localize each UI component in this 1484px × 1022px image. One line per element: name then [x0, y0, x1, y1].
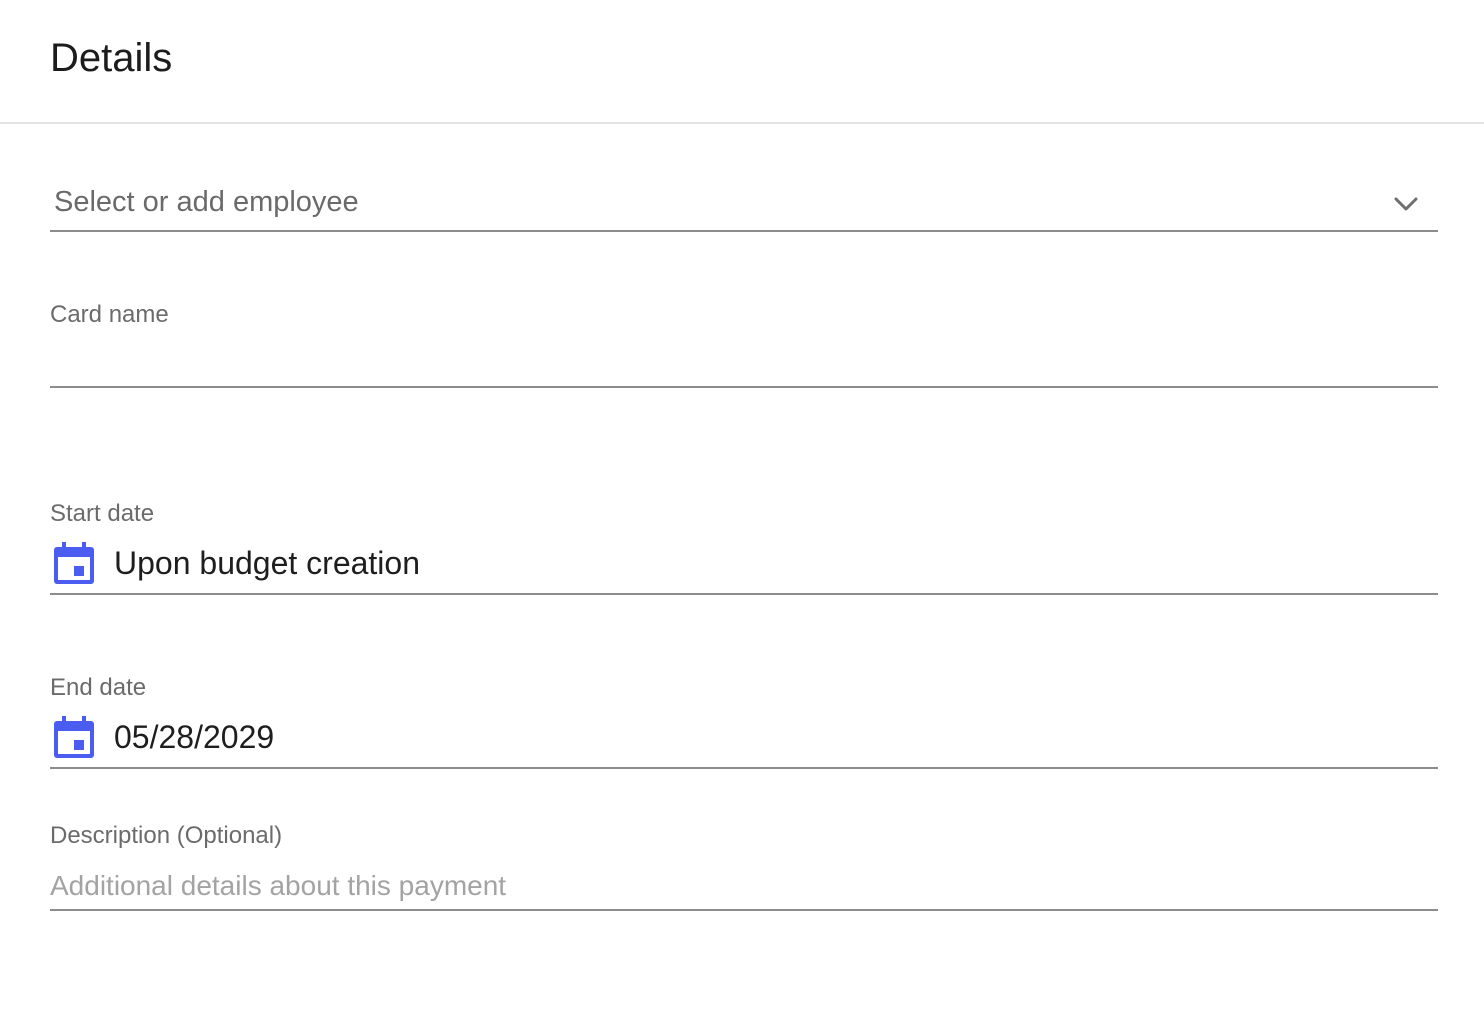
card-name-field: Card name — [50, 298, 1438, 392]
description-label: Description (Optional) — [50, 822, 283, 849]
page-title: Details — [50, 36, 173, 80]
start-date-value[interactable]: Upon budget creation — [114, 543, 420, 583]
description-input[interactable]: Additional details about this payment — [50, 868, 506, 904]
end-date-label: End date — [50, 674, 147, 701]
description-field: Description (Optional) Additional detail… — [50, 819, 1438, 913]
chevron-down-icon[interactable] — [1392, 190, 1420, 218]
end-date-underline — [50, 767, 1438, 769]
card-name-label: Card name — [50, 301, 169, 328]
card-name-input[interactable] — [50, 338, 1438, 384]
employee-select-underline — [50, 230, 1438, 232]
employee-select-placeholder[interactable]: Select or add employee — [54, 182, 359, 222]
details-header: Details — [0, 0, 1484, 124]
calendar-icon[interactable] — [54, 716, 94, 758]
start-date-label: Start date — [50, 500, 155, 527]
start-date-underline — [50, 593, 1438, 595]
end-date-field: End date 05/28/2029 — [50, 671, 1438, 771]
card-name-underline — [50, 386, 1438, 388]
employee-select[interactable]: Select or add employee — [50, 170, 1438, 234]
start-date-field: Start date Upon budget creation — [50, 497, 1438, 597]
description-underline — [50, 909, 1438, 911]
end-date-value[interactable]: 05/28/2029 — [114, 717, 274, 757]
calendar-icon[interactable] — [54, 542, 94, 584]
